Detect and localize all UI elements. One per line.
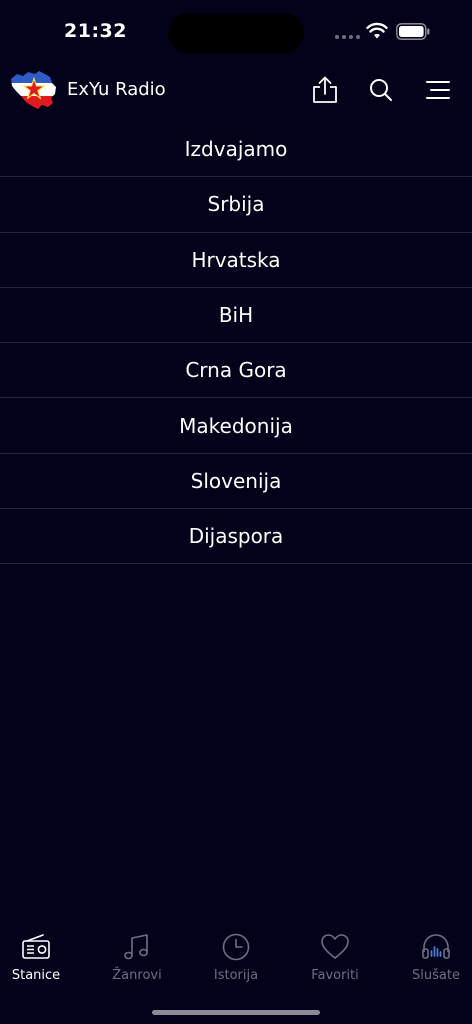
region-item-hrvatska[interactable]: Hrvatska [0, 233, 472, 288]
region-label: Crna Gora [185, 358, 287, 383]
cellular-signal-icon [335, 35, 360, 39]
search-icon [370, 79, 392, 101]
tab-stanice[interactable]: Stanice [0, 925, 81, 990]
heart-icon [321, 934, 349, 959]
menu-lines-icon [426, 81, 450, 99]
tab-favoriti[interactable]: Favoriti [290, 925, 380, 990]
tab-slusate[interactable]: Slušate [391, 925, 472, 990]
battery-icon [396, 23, 430, 40]
dynamic-island [168, 13, 304, 53]
region-item-srbija[interactable]: Srbija [0, 177, 472, 233]
clock-icon [222, 933, 250, 961]
region-item-makedonija[interactable]: Makedonija [0, 398, 472, 454]
tab-label: Favoriti [311, 968, 359, 983]
tab-zanrovi[interactable]: Žanrovi [92, 925, 182, 990]
region-label: Hrvatska [191, 247, 281, 272]
region-list: Izdvajamo Srbija Hrvatska BiH Crna Gora … [0, 122, 472, 565]
region-item-crna-gora[interactable]: Crna Gora [0, 343, 472, 399]
region-item-slovenija[interactable]: Slovenija [0, 454, 472, 510]
region-label: Izdvajamo [184, 137, 288, 162]
share-icon [313, 76, 337, 103]
tab-label: Istorija [213, 968, 259, 983]
radio-icon [22, 934, 50, 959]
region-label: Makedonija [179, 413, 293, 438]
region-label: Srbija [207, 192, 265, 217]
tab-label: Žanrovi [112, 968, 162, 983]
status-time: 21:32 [64, 20, 127, 42]
region-label: Slovenija [190, 468, 282, 493]
headphones-icon [422, 934, 450, 959]
music-note-icon [124, 934, 148, 960]
search-button[interactable] [365, 74, 397, 106]
tab-label: Slušate [412, 968, 460, 983]
region-item-izdvajamo[interactable]: Izdvajamo [0, 122, 472, 178]
tab-label: Stanice [11, 968, 61, 983]
share-button[interactable] [309, 74, 341, 106]
menu-button[interactable] [422, 74, 454, 106]
region-label: Dijaspora [188, 524, 284, 549]
tab-istorija[interactable]: Istorija [191, 925, 281, 990]
region-item-dijaspora[interactable]: Dijaspora [0, 509, 472, 565]
yugoslavia-flag-logo-icon [11, 71, 56, 109]
home-indicator [152, 1010, 320, 1015]
app-title: ExYu Radio [67, 79, 166, 100]
tab-bar: Stanice Žanrovi Istorija Favoriti Slušat… [0, 925, 472, 990]
app-header: ExYu Radio [0, 62, 472, 118]
wifi-icon [366, 22, 388, 39]
status-bar: 21:32 [0, 0, 472, 62]
region-label: BiH [218, 303, 254, 328]
region-item-bih[interactable]: BiH [0, 288, 472, 344]
